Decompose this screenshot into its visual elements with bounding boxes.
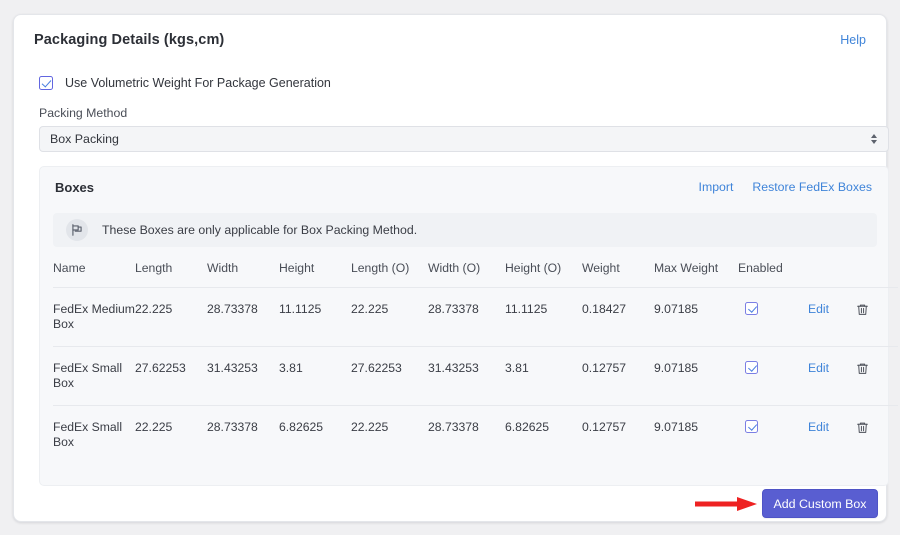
cell-width: 31.43253: [207, 346, 279, 406]
cell-height-o: 3.81: [505, 346, 582, 406]
red-arrow-annotation-icon: [695, 496, 759, 512]
cell-width-o: 28.73378: [428, 405, 505, 464]
cell-enabled: [738, 287, 808, 347]
cell-enabled: [738, 346, 808, 406]
boxes-header-actions: Import Restore FedEx Boxes: [699, 180, 872, 194]
info-banner: These Boxes are only applicable for Box …: [53, 213, 877, 247]
cell-width-o: 28.73378: [428, 287, 505, 347]
col-header-name: Name: [53, 261, 86, 275]
volumetric-weight-checkbox[interactable]: [39, 76, 53, 90]
screenshot-root: Packaging Details (kgs,cm) Help Use Volu…: [0, 0, 900, 535]
col-header-length: Length: [135, 261, 173, 275]
col-header-height: Height: [279, 261, 315, 275]
cell-enabled: [738, 405, 808, 464]
cell-edit: Edit: [808, 346, 856, 406]
row-enabled-checkbox[interactable]: [745, 302, 758, 315]
table-row: FedEx Medium Box 22.225 28.73378 11.1125…: [53, 287, 898, 347]
card-header: Packaging Details (kgs,cm) Help: [14, 15, 886, 49]
trash-icon[interactable]: [856, 361, 869, 376]
col-header-length-o: Length (O): [351, 261, 410, 275]
volumetric-weight-label: Use Volumetric Weight For Package Genera…: [65, 76, 331, 90]
boxes-table-body: FedEx Medium Box 22.225 28.73378 11.1125…: [53, 287, 898, 464]
cell-weight: 0.12757: [582, 405, 654, 464]
cell-max-weight: 9.07185: [654, 287, 738, 347]
boxes-header: Boxes Import Restore FedEx Boxes: [40, 167, 888, 207]
col-header-enabled: Enabled: [738, 261, 783, 275]
boxes-panel: Boxes Import Restore FedEx Boxes These B…: [39, 166, 898, 486]
cell-name: FedEx Medium Box: [53, 287, 135, 347]
cell-length: 22.225: [135, 287, 207, 347]
packing-method-value: Box Packing: [50, 132, 119, 146]
cell-height: 3.81: [279, 346, 351, 406]
edit-link[interactable]: Edit: [808, 361, 829, 375]
cell-delete: [856, 346, 898, 406]
cell-weight: 0.12757: [582, 346, 654, 406]
add-custom-box-button[interactable]: Add Custom Box: [762, 489, 878, 518]
col-header-delete: [856, 255, 898, 288]
cell-height: 11.1125: [279, 287, 351, 347]
boxes-title: Boxes: [55, 179, 95, 195]
cell-length-o: 22.225: [351, 287, 428, 347]
cell-name: FedEx Small Box: [53, 405, 135, 464]
edit-link[interactable]: Edit: [808, 420, 829, 434]
cell-width-o: 31.43253: [428, 346, 505, 406]
volumetric-weight-row[interactable]: Use Volumetric Weight For Package Genera…: [39, 75, 331, 91]
col-header-width-o: Width (O): [428, 261, 481, 275]
import-link[interactable]: Import: [699, 180, 734, 194]
cell-edit: Edit: [808, 405, 856, 464]
cell-max-weight: 9.07185: [654, 405, 738, 464]
table-row: FedEx Small Box 22.225 28.73378 6.82625 …: [53, 405, 898, 464]
col-header-edit: [808, 255, 856, 288]
row-enabled-checkbox[interactable]: [745, 361, 758, 374]
cell-length: 22.225: [135, 405, 207, 464]
col-header-height-o: Height (O): [505, 261, 562, 275]
boxes-table: Name Length Width Height Length (O) Widt…: [53, 255, 898, 464]
edit-link[interactable]: Edit: [808, 302, 829, 316]
table-row: FedEx Small Box 27.62253 31.43253 3.81 2…: [53, 346, 898, 406]
cell-length-o: 27.62253: [351, 346, 428, 406]
cell-delete: [856, 405, 898, 464]
cell-length-o: 22.225: [351, 405, 428, 464]
col-header-max-weight: Max Weight: [654, 261, 719, 275]
cell-edit: Edit: [808, 287, 856, 347]
packing-method-label: Packing Method: [39, 106, 128, 120]
cell-length: 27.62253: [135, 346, 207, 406]
trash-icon[interactable]: [856, 302, 869, 317]
col-header-width: Width: [207, 261, 239, 275]
info-banner-text: These Boxes are only applicable for Box …: [102, 223, 418, 237]
cell-height: 6.82625: [279, 405, 351, 464]
page-title: Packaging Details (kgs,cm): [34, 32, 225, 48]
cell-height-o: 11.1125: [505, 287, 582, 347]
row-enabled-checkbox[interactable]: [745, 420, 758, 433]
boxes-table-head: Name Length Width Height Length (O) Widt…: [53, 255, 898, 288]
cell-name: FedEx Small Box: [53, 346, 135, 406]
cell-width: 28.73378: [207, 405, 279, 464]
flag-icon: [66, 219, 88, 241]
help-link[interactable]: Help: [840, 31, 866, 49]
col-header-weight: Weight: [582, 261, 620, 275]
select-updown-icon: [870, 132, 878, 146]
cell-width: 28.73378: [207, 287, 279, 347]
trash-icon[interactable]: [856, 420, 869, 435]
cell-weight: 0.18427: [582, 287, 654, 347]
packaging-details-card: Packaging Details (kgs,cm) Help Use Volu…: [13, 14, 898, 522]
packing-method-select[interactable]: Box Packing: [39, 126, 889, 152]
cell-delete: [856, 287, 898, 347]
restore-fedex-boxes-link[interactable]: Restore FedEx Boxes: [752, 180, 872, 194]
cell-height-o: 6.82625: [505, 405, 582, 464]
table-header-row: Name Length Width Height Length (O) Widt…: [53, 255, 898, 288]
cell-max-weight: 9.07185: [654, 346, 738, 406]
